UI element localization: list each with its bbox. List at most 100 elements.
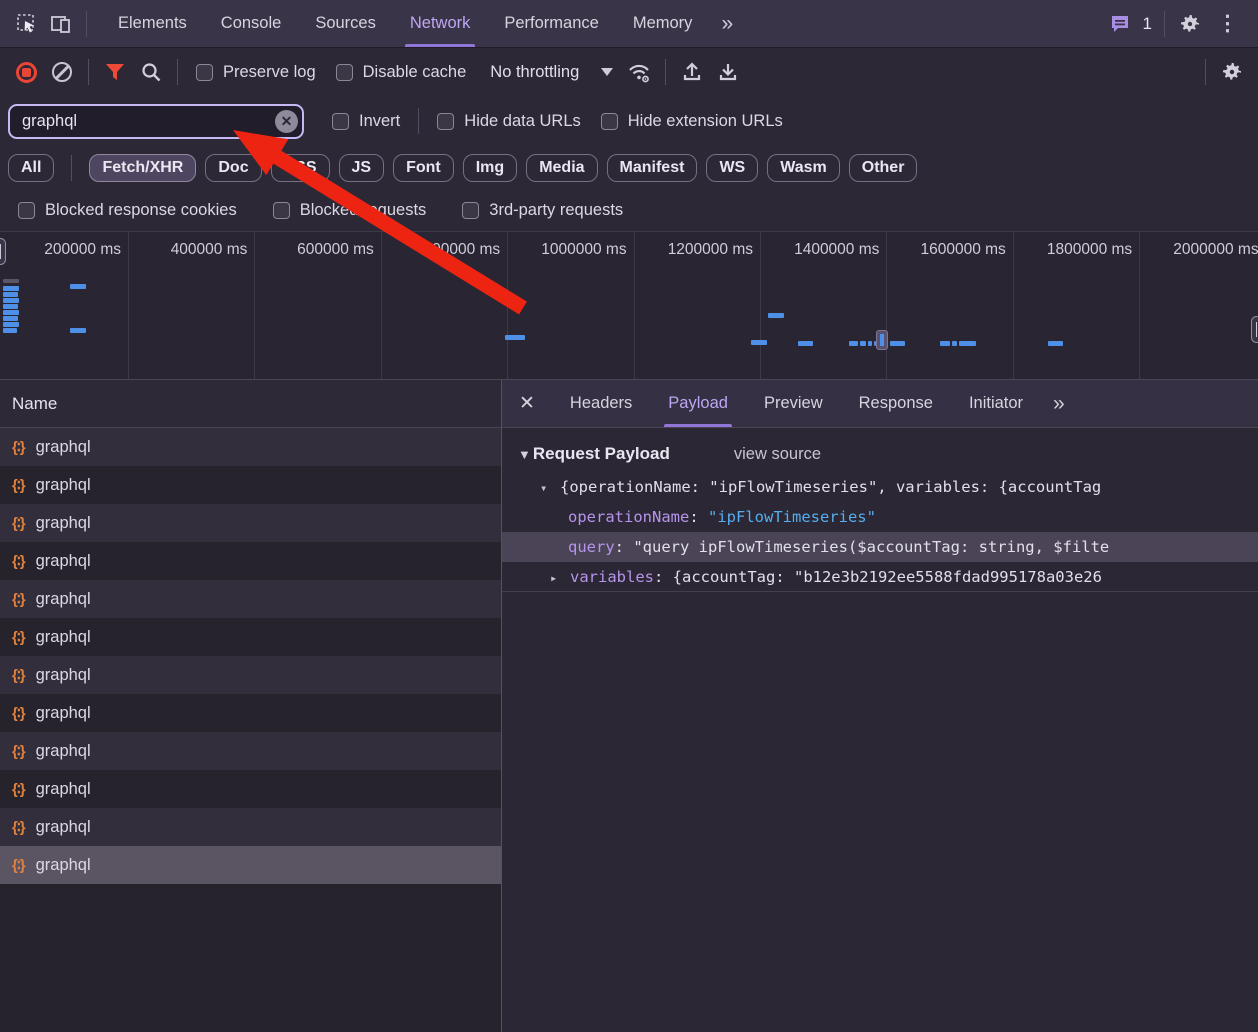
checkbox-hide-extension-urls[interactable]: Hide extension URLs xyxy=(601,112,783,131)
divider xyxy=(177,59,178,85)
request-row[interactable]: {∶}graphql xyxy=(0,428,501,466)
chip-all[interactable]: All xyxy=(8,154,54,182)
filter-funnel-icon[interactable] xyxy=(97,54,133,90)
panel-tabs: ElementsConsoleSourcesNetworkPerformance… xyxy=(101,0,709,47)
chip-fetch-xhr[interactable]: Fetch/XHR xyxy=(89,154,196,182)
checkbox-hide-data-urls[interactable]: Hide data URLs xyxy=(437,112,580,131)
more-detail-tabs-icon[interactable]: » xyxy=(1041,392,1075,416)
payload-panel: ▼ Request Payload view source ▾{operatio… xyxy=(502,428,1258,1032)
device-toolbar-icon[interactable] xyxy=(44,7,78,41)
tab-network[interactable]: Network xyxy=(393,0,488,47)
request-row[interactable]: {∶}graphql xyxy=(0,656,501,694)
expander-icon[interactable]: ▸ xyxy=(550,563,570,592)
request-row[interactable]: {∶}graphql xyxy=(0,732,501,770)
fetch-json-icon: {∶} xyxy=(12,666,25,684)
waterfall-bar xyxy=(3,316,18,321)
chip-other[interactable]: Other xyxy=(849,154,918,182)
chip-wasm[interactable]: Wasm xyxy=(767,154,840,182)
close-details-icon[interactable]: ✕ xyxy=(502,392,552,415)
checkbox-disable-cache[interactable]: Disable cache xyxy=(336,63,467,82)
request-row[interactable]: {∶}graphql xyxy=(0,618,501,656)
chip-manifest[interactable]: Manifest xyxy=(607,154,698,182)
network-settings-gear-icon[interactable] xyxy=(1214,54,1250,90)
detail-tab-headers[interactable]: Headers xyxy=(552,380,650,427)
chip-css[interactable]: CSS xyxy=(271,154,330,182)
request-row[interactable]: {∶}graphql xyxy=(0,694,501,732)
fetch-json-icon: {∶} xyxy=(12,818,25,836)
inspect-element-icon[interactable] xyxy=(10,7,44,41)
collapse-section-icon[interactable]: ▼ xyxy=(518,447,531,462)
tab-performance[interactable]: Performance xyxy=(487,0,615,47)
overview-left-handle[interactable] xyxy=(0,238,6,265)
issues-icon[interactable] xyxy=(1103,7,1137,41)
clear-filter-icon[interactable]: ✕ xyxy=(275,110,298,133)
request-row[interactable]: {∶}graphql xyxy=(0,466,501,504)
expander-icon[interactable]: ▾ xyxy=(540,473,560,502)
timeline-tick-label: 800000 ms xyxy=(389,241,500,259)
payload-root-row[interactable]: ▾{operationName: "ipFlowTimeseries", var… xyxy=(502,472,1258,502)
chip-media[interactable]: Media xyxy=(526,154,597,182)
network-overview-timeline[interactable]: 200000 ms400000 ms600000 ms800000 ms1000… xyxy=(0,232,1258,380)
tab-memory[interactable]: Memory xyxy=(616,0,710,47)
request-type-chips: All Fetch/XHR Doc CSS JS Font Img Media Manifest… xyxy=(0,146,1258,190)
tab-elements[interactable]: Elements xyxy=(101,0,204,47)
payload-row-query[interactable]: query: "query ipFlowTimeseries($accountT… xyxy=(502,532,1258,562)
detail-tab-response[interactable]: Response xyxy=(841,380,951,427)
checkbox-3rd-party-requests[interactable]: 3rd-party requests xyxy=(462,201,623,220)
more-options-icon[interactable]: ⋮ xyxy=(1207,11,1248,36)
detail-tab-initiator[interactable]: Initiator xyxy=(951,380,1041,427)
checkbox-blocked-response-cookies[interactable]: Blocked response cookies xyxy=(18,201,237,220)
checkbox-blocked-requests[interactable]: Blocked requests xyxy=(273,201,427,220)
tab-sources[interactable]: Sources xyxy=(298,0,393,47)
timeline-tick-label: 1600000 ms xyxy=(895,241,1006,259)
timeline-tick-label: 200000 ms xyxy=(10,241,121,259)
waterfall-bar xyxy=(940,341,950,346)
fetch-json-icon: {∶} xyxy=(12,552,25,570)
throttling-select[interactable]: No throttling xyxy=(490,63,613,82)
payload-section-title: Request Payload xyxy=(533,444,670,464)
tab-console[interactable]: Console xyxy=(204,0,299,47)
waterfall-bar xyxy=(70,328,86,333)
payload-row-variables[interactable]: ▸variables: {accountTag: "b12e3b2192ee55… xyxy=(502,562,1258,592)
timeline-gridline xyxy=(128,232,129,379)
search-icon[interactable] xyxy=(133,54,169,90)
detail-tab-preview[interactable]: Preview xyxy=(746,380,841,427)
timeline-tick-label: 1800000 ms xyxy=(1021,241,1132,259)
view-source-link[interactable]: view source xyxy=(734,445,821,464)
request-row[interactable]: {∶}graphql xyxy=(0,770,501,808)
filter-input[interactable] xyxy=(8,104,304,139)
request-row[interactable]: {∶}graphql xyxy=(0,504,501,542)
request-row[interactable]: {∶}graphql xyxy=(0,580,501,618)
checkbox-invert[interactable]: Invert xyxy=(332,112,400,131)
chip-ws[interactable]: WS xyxy=(706,154,758,182)
request-name: graphql xyxy=(36,552,91,571)
network-conditions-icon[interactable] xyxy=(621,54,657,90)
more-panels-icon[interactable]: » xyxy=(709,12,743,36)
export-har-icon[interactable] xyxy=(710,54,746,90)
checkbox-preserve-log[interactable]: Preserve log xyxy=(196,63,316,82)
payload-row-operationName[interactable]: operationName: "ipFlowTimeseries" xyxy=(502,502,1258,532)
clear-network-log-button[interactable] xyxy=(44,54,80,90)
overview-right-handle[interactable] xyxy=(1251,316,1258,343)
waterfall-bar xyxy=(3,279,19,283)
request-row[interactable]: {∶}graphql xyxy=(0,846,501,884)
chip-js[interactable]: JS xyxy=(339,154,385,182)
chip-doc[interactable]: Doc xyxy=(205,154,261,182)
name-column-header[interactable]: Name xyxy=(0,380,501,428)
request-row[interactable]: {∶}graphql xyxy=(0,808,501,846)
timeline-tick-label: 600000 ms xyxy=(263,241,374,259)
waterfall-bar xyxy=(890,341,905,346)
request-row[interactable]: {∶} graphql xyxy=(0,542,501,580)
request-name: graphql xyxy=(36,856,91,875)
waterfall-bar xyxy=(3,292,18,297)
waterfall-bar xyxy=(3,328,17,333)
chip-img[interactable]: Img xyxy=(463,154,517,182)
waterfall-bar xyxy=(959,341,976,346)
detail-tab-payload[interactable]: Payload xyxy=(650,380,746,427)
import-har-icon[interactable] xyxy=(674,54,710,90)
record-network-log-button[interactable] xyxy=(8,54,44,90)
checkbox-label: Disable cache xyxy=(363,63,467,82)
chip-font[interactable]: Font xyxy=(393,154,454,182)
settings-gear-icon[interactable] xyxy=(1173,7,1207,41)
waterfall-bar xyxy=(952,341,957,346)
